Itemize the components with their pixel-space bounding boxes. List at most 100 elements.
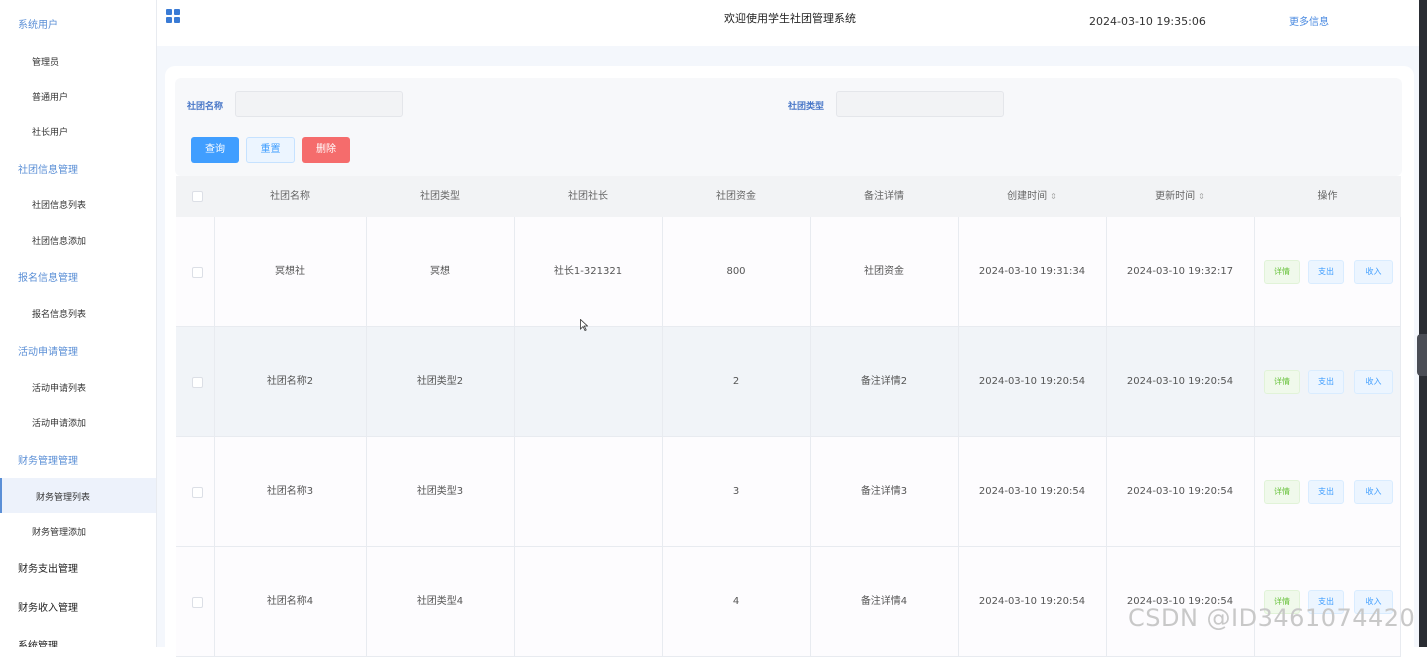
cell-funds: 3 (732, 486, 740, 497)
watermark: CSDN @ID3461074420 (1128, 604, 1416, 632)
sidebar: 系统用户 管理员 普通用户 社长用户 社团信息管理 社团信息列表 社团信息添加 … (0, 0, 157, 647)
side-panel-handle[interactable] (1417, 334, 1427, 376)
club-type-label: 社团类型 (788, 102, 825, 112)
header-datetime: 2024-03-10 19:35:06 (1089, 15, 1206, 28)
expense-button[interactable]: 支出 (1308, 480, 1344, 504)
menu-grid-icon[interactable] (166, 9, 181, 24)
cell-note: 备注详情2 (860, 376, 908, 387)
table-row: 社团名称2 社团类型2 2 备注详情2 2024-03-10 19:20:54 … (176, 327, 1401, 437)
col-header-type: 社团类型 (420, 191, 460, 202)
cell-note: 备注详情4 (860, 596, 908, 607)
row-checkbox[interactable] (192, 487, 203, 498)
cell-type: 社团类型3 (416, 486, 464, 497)
cell-updated: 2024-03-10 19:20:54 (1126, 376, 1234, 387)
sort-created-icon[interactable]: ⇕ (1050, 192, 1057, 201)
column-divider (366, 217, 367, 657)
cell-leader: 社长1-321321 (553, 266, 623, 277)
cell-leader (514, 437, 662, 546)
cell-created: 2024-03-10 19:20:54 (978, 376, 1086, 387)
column-divider (1400, 217, 1401, 657)
cell-type: 冥想 (430, 266, 450, 277)
cell-name: 社团名称3 (266, 486, 314, 497)
cell-name: 冥想社 (275, 266, 305, 277)
cell-note: 社团资金 (864, 266, 904, 277)
col-header-updated-label: 更新时间 (1155, 191, 1196, 202)
table-row: 社团名称3 社团类型3 3 备注详情3 2024-03-10 19:20:54 … (176, 437, 1401, 547)
page-title: 欢迎使用学生社团管理系统 (724, 12, 856, 25)
sort-updated-icon[interactable]: ⇕ (1198, 192, 1205, 201)
column-divider (810, 217, 811, 657)
expense-button[interactable]: 支出 (1308, 260, 1344, 284)
sidebar-group-activity[interactable]: 活动申请管理 (18, 343, 78, 358)
club-type-input[interactable] (836, 91, 1004, 117)
select-all-checkbox[interactable] (192, 191, 203, 202)
sidebar-group-finance[interactable]: 财务管理管理 (18, 452, 78, 467)
col-header-created-label: 创建时间 (1007, 191, 1048, 202)
table-header: 社团名称 社团类型 社团社长 社团资金 备注详情 创建时间 ⇕ 更新时间 ⇕ 操作 (176, 176, 1401, 217)
delete-button[interactable]: 删除 (302, 137, 350, 163)
cell-updated: 2024-03-10 19:20:54 (1126, 486, 1234, 497)
sidebar-item-club-info-add[interactable]: 社团信息添加 (32, 234, 86, 247)
mouse-cursor-icon (580, 319, 588, 331)
club-name-input[interactable] (235, 91, 403, 117)
cell-type: 社团类型2 (416, 376, 464, 387)
cell-type: 社团类型4 (416, 596, 464, 607)
column-divider (958, 217, 959, 657)
sidebar-group-club-info[interactable]: 社团信息管理 (18, 161, 78, 176)
expense-button[interactable]: 支出 (1308, 370, 1344, 394)
cell-updated: 2024-03-10 19:32:17 (1126, 266, 1234, 277)
sidebar-item-activity-list[interactable]: 活动申请列表 (32, 381, 86, 394)
cell-name: 社团名称2 (266, 376, 314, 387)
income-button[interactable]: 收入 (1354, 370, 1393, 394)
cell-funds: 4 (732, 596, 740, 607)
sidebar-group-registration[interactable]: 报名信息管理 (18, 269, 78, 284)
detail-button[interactable]: 详情 (1264, 370, 1300, 394)
income-button[interactable]: 收入 (1354, 480, 1393, 504)
col-header-actions: 操作 (1317, 191, 1338, 202)
reset-button[interactable]: 重置 (246, 137, 295, 163)
row-checkbox[interactable] (192, 597, 203, 608)
col-header-created[interactable]: 创建时间 ⇕ (958, 176, 1106, 217)
cell-created: 2024-03-10 19:20:54 (978, 596, 1086, 607)
cell-name: 社团名称4 (266, 596, 314, 607)
sidebar-item-normal-users[interactable]: 普通用户 (32, 90, 68, 103)
sidebar-item-income-mgmt[interactable]: 财务收入管理 (18, 599, 78, 614)
col-header-name: 社团名称 (270, 191, 310, 202)
col-header-funds: 社团资金 (716, 191, 756, 202)
detail-button[interactable]: 详情 (1264, 260, 1300, 284)
column-divider (662, 217, 663, 657)
income-button[interactable]: 收入 (1354, 260, 1393, 284)
sidebar-item-admin[interactable]: 管理员 (32, 55, 59, 68)
club-name-label: 社团名称 (187, 102, 224, 112)
table-row: 冥想社 冥想 社长1-321321 800 社团资金 2024-03-10 19… (176, 217, 1401, 327)
detail-button[interactable]: 详情 (1264, 480, 1300, 504)
query-button[interactable]: 查询 (191, 137, 239, 163)
col-header-updated[interactable]: 更新时间 ⇕ (1106, 176, 1254, 217)
column-divider (1254, 217, 1255, 657)
sidebar-group-system-users[interactable]: 系统用户 (18, 16, 58, 31)
cell-note: 备注详情3 (860, 486, 908, 497)
column-divider (1106, 217, 1107, 657)
row-checkbox[interactable] (192, 377, 203, 388)
col-header-leader: 社团社长 (568, 191, 608, 202)
sidebar-item-finance-add[interactable]: 财务管理添加 (32, 525, 86, 538)
club-finance-table: 社团名称 社团类型 社团社长 社团资金 备注详情 创建时间 ⇕ 更新时间 ⇕ 操作 … (176, 176, 1401, 657)
more-info-link[interactable]: 更多信息 (1289, 13, 1329, 28)
row-checkbox[interactable] (192, 267, 203, 278)
window-edge (1419, 0, 1427, 647)
sidebar-item-registration-list[interactable]: 报名信息列表 (32, 307, 86, 320)
cell-leader (514, 547, 662, 656)
sidebar-item-system-mgmt[interactable]: 系统管理 (18, 637, 58, 647)
sidebar-item-finance-list[interactable]: 财务管理列表 (36, 490, 90, 503)
sidebar-item-club-info-list[interactable]: 社团信息列表 (32, 198, 86, 211)
sidebar-item-leader-users[interactable]: 社长用户 (32, 125, 68, 138)
table-row: 社团名称4 社团类型4 4 备注详情4 2024-03-10 19:20:54 … (176, 547, 1401, 657)
column-divider (514, 217, 515, 657)
cell-created: 2024-03-10 19:31:34 (978, 266, 1086, 277)
cell-funds: 800 (726, 266, 746, 277)
cell-created: 2024-03-10 19:20:54 (978, 486, 1086, 497)
sidebar-item-expense-mgmt[interactable]: 财务支出管理 (18, 560, 78, 575)
col-header-note: 备注详情 (864, 191, 904, 202)
cell-updated: 2024-03-10 19:20:54 (1126, 596, 1234, 607)
sidebar-item-activity-add[interactable]: 活动申请添加 (32, 416, 86, 429)
